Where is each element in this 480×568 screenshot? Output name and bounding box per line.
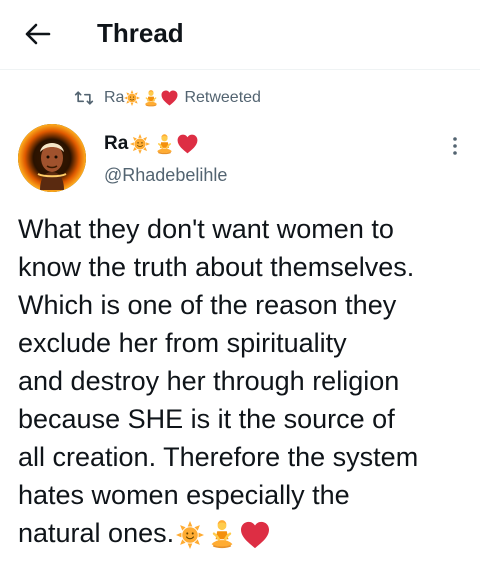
top-bar: Thread bbox=[0, 0, 480, 70]
sun-emoji-icon bbox=[130, 134, 150, 154]
author-display-name[interactable]: Ra bbox=[104, 132, 227, 156]
tweet-author[interactable]: Ra @Rhadebelihle bbox=[104, 132, 227, 186]
back-button[interactable] bbox=[18, 14, 58, 54]
tweet-line: Which is one of the reason they bbox=[18, 290, 397, 320]
person-lotus-emoji-icon bbox=[210, 520, 234, 549]
tweet-line: know the truth about themselves. bbox=[18, 252, 415, 282]
tweet-line: all creation. Therefore the system bbox=[18, 442, 419, 472]
red-heart-emoji-icon bbox=[177, 134, 198, 154]
tweet-line: natural ones. bbox=[18, 518, 175, 548]
tweet-line: because SHE is it the source of bbox=[18, 404, 395, 434]
sun-emoji-icon bbox=[124, 90, 140, 106]
tweet-body: What they don't want women to know the t… bbox=[18, 210, 473, 552]
person-lotus-emoji-icon bbox=[144, 90, 158, 107]
retweeted-label: Retweeted bbox=[184, 89, 261, 106]
retweeter-name[interactable]: Ra bbox=[104, 89, 178, 107]
tweet-line: What they don't want women to bbox=[18, 214, 394, 244]
page-title: Thread bbox=[97, 18, 184, 48]
retweeted-by-row[interactable]: Ra Retweeted bbox=[74, 87, 261, 109]
red-heart-emoji-icon bbox=[240, 521, 270, 549]
tweet-line: and destroy her through religion bbox=[18, 366, 400, 396]
arrow-left-icon bbox=[25, 23, 51, 45]
tweet-line: exclude her from spirituality bbox=[18, 328, 347, 358]
tweet-line: hates women especially the bbox=[18, 480, 350, 510]
retweeter-name-text: Ra bbox=[104, 89, 125, 106]
sun-emoji-icon bbox=[176, 521, 204, 549]
red-heart-emoji-icon bbox=[161, 90, 178, 106]
more-vertical-icon bbox=[453, 137, 457, 155]
author-handle[interactable]: @Rhadebelihle bbox=[104, 165, 227, 186]
more-options-button[interactable] bbox=[440, 134, 470, 158]
author-name-text: Ra bbox=[104, 133, 129, 154]
avatar[interactable] bbox=[18, 124, 86, 192]
person-lotus-emoji-icon bbox=[156, 134, 173, 155]
retweet-icon bbox=[74, 89, 94, 107]
